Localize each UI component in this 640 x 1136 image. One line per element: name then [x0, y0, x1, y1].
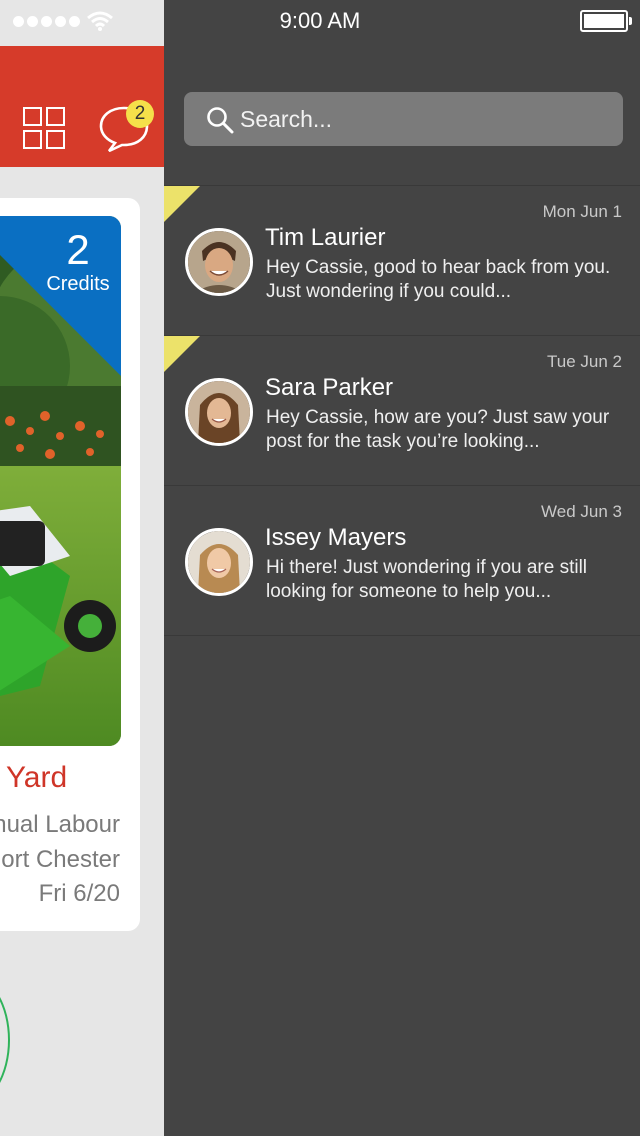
messages-drawer: Mon Jun 1 Tim Laurier Hey Cassie, good t…: [164, 46, 640, 1136]
task-date: Fri 6/20: [38, 880, 120, 907]
unread-count-badge: 2: [126, 100, 154, 128]
search-bar[interactable]: [184, 92, 623, 146]
grid-icon[interactable]: [23, 107, 67, 151]
message-item-issey-mayers[interactable]: Wed Jun 3 Issey Mayers Hi there! Just wo…: [164, 486, 640, 636]
action-button-outline[interactable]: [0, 975, 10, 1105]
unread-flag: [164, 336, 200, 372]
search-input[interactable]: [240, 92, 610, 146]
message-preview: Hey Cassie, good to hear back from you. …: [266, 257, 611, 302]
avatar: [185, 378, 253, 446]
message-item-tim-laurier[interactable]: Mon Jun 1 Tim Laurier Hey Cassie, good t…: [164, 186, 640, 336]
message-date: Tue Jun 2: [547, 352, 622, 371]
search-icon: [207, 107, 234, 134]
message-date: Mon Jun 1: [542, 202, 622, 221]
battery-icon: [580, 10, 632, 32]
credits-value: 2: [66, 226, 90, 273]
avatar: [185, 228, 253, 296]
message-list: Mon Jun 1 Tim Laurier Hey Cassie, good t…: [164, 185, 640, 636]
sender-name: Sara Parker: [265, 374, 394, 401]
message-date: Wed Jun 3: [541, 502, 622, 521]
task-location: ort Chester: [1, 846, 120, 873]
message-item-sara-parker[interactable]: Tue Jun 2 Sara Parker Hey Cassie, how ar…: [164, 336, 640, 486]
task-title: Yard: [6, 761, 68, 794]
sender-name: Tim Laurier: [265, 224, 386, 251]
avatar: [185, 528, 253, 596]
message-preview: Hey Cassie, how are you? Just saw your p…: [266, 407, 610, 452]
credits-label: Credits: [46, 273, 110, 295]
sender-name: Issey Mayers: [265, 524, 407, 551]
unread-flag: [164, 186, 200, 222]
task-category: nual Labour: [0, 811, 120, 838]
status-bar: 9:00 AM: [0, 0, 640, 46]
main-content-panel: 2 2 Credits Yard nual Labour ort Chester…: [0, 0, 164, 1136]
message-preview: Hi there! Just wondering if you are stil…: [266, 557, 588, 602]
status-time: 9:00 AM: [279, 8, 361, 33]
